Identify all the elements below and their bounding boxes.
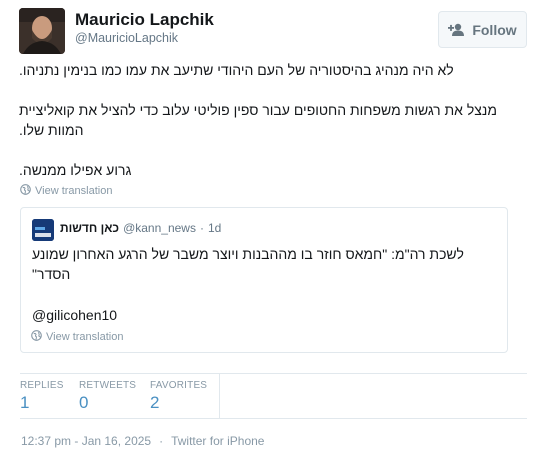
author-screen-name[interactable]: @MauricioLapchik <box>75 31 178 45</box>
view-translation-label: View translation <box>35 185 113 197</box>
replies-stat[interactable]: REPLIES 1 <box>20 374 79 418</box>
tweet-footer: 12:37 pm - Jan 16, 2025 · Twitter for iP… <box>21 434 264 448</box>
replies-count: 1 <box>20 393 30 412</box>
view-translation-label: View translation <box>46 331 124 343</box>
tweet-timestamp[interactable]: 12:37 pm - Jan 16, 2025 <box>21 434 151 448</box>
add-user-icon <box>448 23 466 37</box>
favorites-stat[interactable]: FAVORITES 2 <box>150 374 220 418</box>
tweet-line: מנצל את רגשות משפחות החטופים עבור ספין פ… <box>19 102 497 138</box>
quoted-author-name[interactable]: כאן חדשות <box>60 221 119 235</box>
globe-icon <box>20 184 31 198</box>
stats-divider-bottom <box>20 418 527 419</box>
favorites-count: 2 <box>150 393 160 412</box>
globe-icon <box>31 330 42 344</box>
tweet-source: Twitter for iPhone <box>171 434 265 448</box>
mention-link[interactable]: @gilicohen10 <box>32 307 117 323</box>
quoted-tweet-time[interactable]: 1d <box>208 221 221 235</box>
tweet-line: גרוע אפילו ממנשה. <box>19 162 132 178</box>
favorites-label: FAVORITES <box>150 380 208 391</box>
replies-label: REPLIES <box>20 380 64 391</box>
retweets-count: 0 <box>79 393 89 412</box>
author-avatar[interactable] <box>19 8 65 54</box>
quoted-header-separator: · <box>199 221 204 235</box>
retweets-stat[interactable]: RETWEETS 0 <box>79 374 150 418</box>
quoted-view-translation-link[interactable]: View translation <box>31 330 123 344</box>
quoted-author-handle[interactable]: @kann_news <box>123 221 196 235</box>
tweet-text: לא היה מנהיג בהיסטוריה של העם היהודי שתי… <box>19 60 527 180</box>
author-display-name[interactable]: Mauricio Lapchik <box>75 10 214 30</box>
footer-separator: · <box>159 434 164 448</box>
quoted-tweet-header: כאן חדשות @kann_news · 1d <box>60 221 221 235</box>
tweet-line: לא היה מנהיג בהיסטוריה של העם היהודי שתי… <box>19 62 454 78</box>
quoted-tweet-text: לשכת רה"מ: "חמאס חוזר בו מההבנות ויוצר מ… <box>32 246 464 282</box>
follow-button-label: Follow <box>472 21 517 38</box>
tweet-stats: REPLIES 1 RETWEETS 0 FAVORITES 2 <box>20 374 220 418</box>
quoted-author-avatar[interactable] <box>32 219 54 241</box>
follow-button[interactable]: Follow <box>438 11 527 48</box>
retweets-label: RETWEETS <box>79 380 137 391</box>
view-translation-link[interactable]: View translation <box>20 184 112 198</box>
